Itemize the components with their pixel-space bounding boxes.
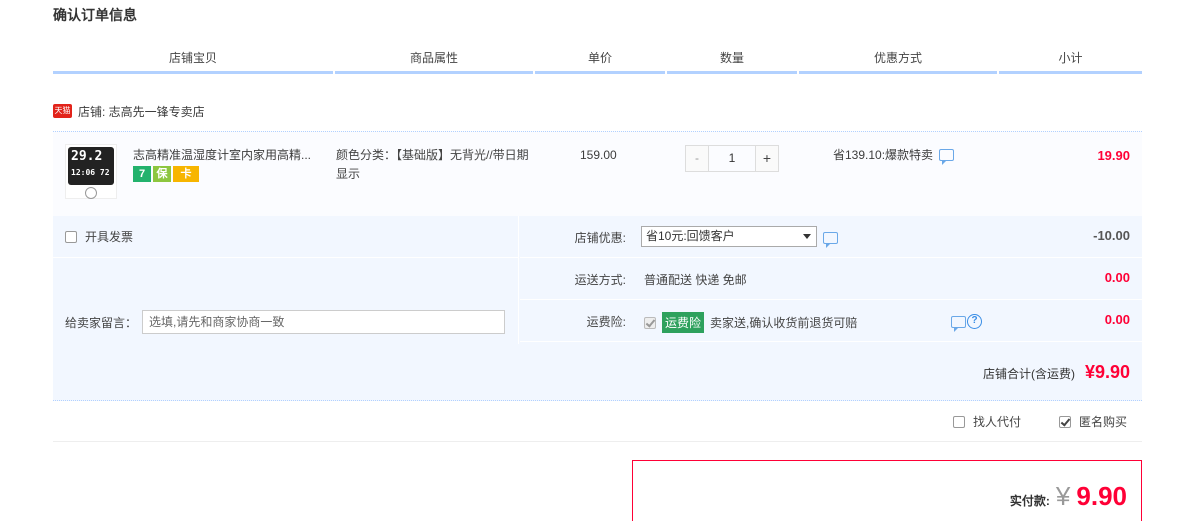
shipping-method: 普通配送 快递 免邮: [644, 273, 747, 287]
insurance-amount: 0.00: [1104, 312, 1130, 327]
qty-input[interactable]: 1: [709, 145, 755, 172]
thermometer-knob: [85, 187, 97, 199]
product-title[interactable]: 志高精准温湿度计室内家用高精...: [133, 146, 333, 163]
help-icon[interactable]: ?: [967, 314, 982, 329]
chat-icon[interactable]: [939, 148, 955, 165]
anonymous-option[interactable]: 匿名购买: [1059, 413, 1127, 430]
proxy-pay-option[interactable]: 找人代付: [953, 413, 1021, 430]
thumb-reading-top: 29.2: [71, 149, 103, 164]
credit-card-icon[interactable]: 卡: [173, 166, 199, 182]
seven-day-return-icon[interactable]: 7: [133, 166, 151, 182]
product-thumbnail[interactable]: 29.2 12:06 72: [65, 144, 117, 199]
shop-discount-label: 店铺优惠:: [574, 231, 626, 245]
order-options: 找人代付 匿名购买: [53, 402, 1142, 442]
col-qty: 数量: [667, 44, 797, 74]
item-subtotal: 19.90: [1097, 148, 1130, 163]
col-attr: 商品属性: [335, 44, 533, 74]
guarantee-icon[interactable]: 保: [153, 166, 171, 182]
col-price: 单价: [535, 44, 665, 74]
shop-total-label: 店铺合计(含运费): [982, 367, 1075, 381]
tmall-icon: 天猫: [53, 104, 72, 118]
invoice-label: 开具发票: [85, 230, 134, 244]
chevron-down-icon: [803, 234, 811, 239]
currency-symbol: ¥: [1055, 481, 1071, 511]
insurance-row: 运费险: 运费险 卖家送,确认收货前退货可赔 ? 0.00: [520, 300, 1142, 342]
chat-icon[interactable]: [951, 315, 966, 332]
column-header: 店铺宝贝 商品属性 单价 数量 优惠方式 小计: [53, 44, 1142, 74]
thermometer-screen: 29.2 12:06 72: [68, 147, 114, 185]
service-badges: 7 保 卡: [133, 166, 199, 182]
shop-discount-selected: 省10元:回馈客户: [646, 229, 735, 243]
shop-total: 店铺合计(含运费) ¥9.90: [983, 362, 1130, 383]
anonymous-label: 匿名购买: [1079, 415, 1128, 429]
shop-discount-amount: -10.00: [1093, 228, 1130, 243]
invoice-checkbox[interactable]: [65, 230, 77, 243]
thumb-reading-bottom: 12:06 72: [71, 168, 110, 177]
invoice-row: 开具发票: [53, 216, 519, 258]
item-discount: 省139.10:爆款特卖: [833, 146, 955, 165]
payment-label: 实付款:: [1009, 494, 1050, 508]
shop-total-value: ¥9.90: [1084, 362, 1130, 382]
shipping-label: 运送方式:: [574, 273, 626, 287]
quantity-stepper: - 1 +: [685, 145, 779, 172]
qty-minus-button[interactable]: -: [685, 145, 709, 172]
insurance-text: 卖家送,确认收货前退货可赔: [710, 316, 858, 330]
payment-value: 9.90: [1076, 481, 1127, 511]
col-item: 店铺宝贝: [53, 44, 333, 74]
anonymous-checkbox[interactable]: [1059, 415, 1071, 428]
shop-discount-select[interactable]: 省10元:回馈客户: [641, 226, 817, 247]
proxy-pay-checkbox[interactable]: [953, 415, 965, 428]
discount-text: 省139.10:爆款特卖: [833, 148, 934, 162]
shipping-row: 运送方式: 普通配送 快递 免邮 0.00: [520, 258, 1142, 300]
page-title: 确认订单信息: [53, 7, 137, 23]
order-item-row: 29.2 12:06 72 志高精准温湿度计室内家用高精... 7 保 卡 颜色…: [53, 131, 1142, 216]
insurance-label: 运费险:: [586, 315, 626, 329]
qty-plus-button[interactable]: +: [755, 145, 779, 172]
shop-row: 天猫 店铺: 志高先一锋专卖店: [53, 101, 205, 121]
chat-icon[interactable]: [823, 232, 838, 248]
payment-amount: 实付款: ¥ 9.90: [1010, 481, 1127, 512]
insurance-tag: 运费险: [662, 312, 705, 333]
insurance-help: ?: [951, 314, 982, 332]
shop-discount-row: 店铺优惠: 省10元:回馈客户 -10.00: [520, 216, 1142, 258]
col-subtotal: 小计: [999, 44, 1142, 74]
shop-name[interactable]: 店铺: 志高先一锋专卖店: [78, 103, 205, 120]
unit-price: 159.00: [580, 148, 617, 162]
order-extras: 开具发票 给卖家留言： 选填,请先和商家协商一致 店铺优惠: 省10元:回馈客户…: [53, 216, 1142, 401]
insurance-option: 运费险 卖家送,确认收货前退货可赔: [644, 312, 857, 333]
message-label: 给卖家留言：: [65, 316, 138, 330]
payment-summary: 实付款: ¥ 9.90: [632, 460, 1142, 521]
proxy-pay-label: 找人代付: [973, 415, 1022, 429]
col-discount: 优惠方式: [799, 44, 997, 74]
shipping-amount: 0.00: [1104, 270, 1130, 285]
product-attributes: 颜色分类：【基础版】无背光//带日期显示: [336, 148, 529, 181]
invoice-option[interactable]: 开具发票: [65, 228, 133, 245]
message-input[interactable]: 选填,请先和商家协商一致: [142, 310, 505, 334]
message-row: 给卖家留言： 选填,请先和商家协商一致: [53, 258, 519, 334]
insurance-checkbox: [644, 316, 656, 329]
